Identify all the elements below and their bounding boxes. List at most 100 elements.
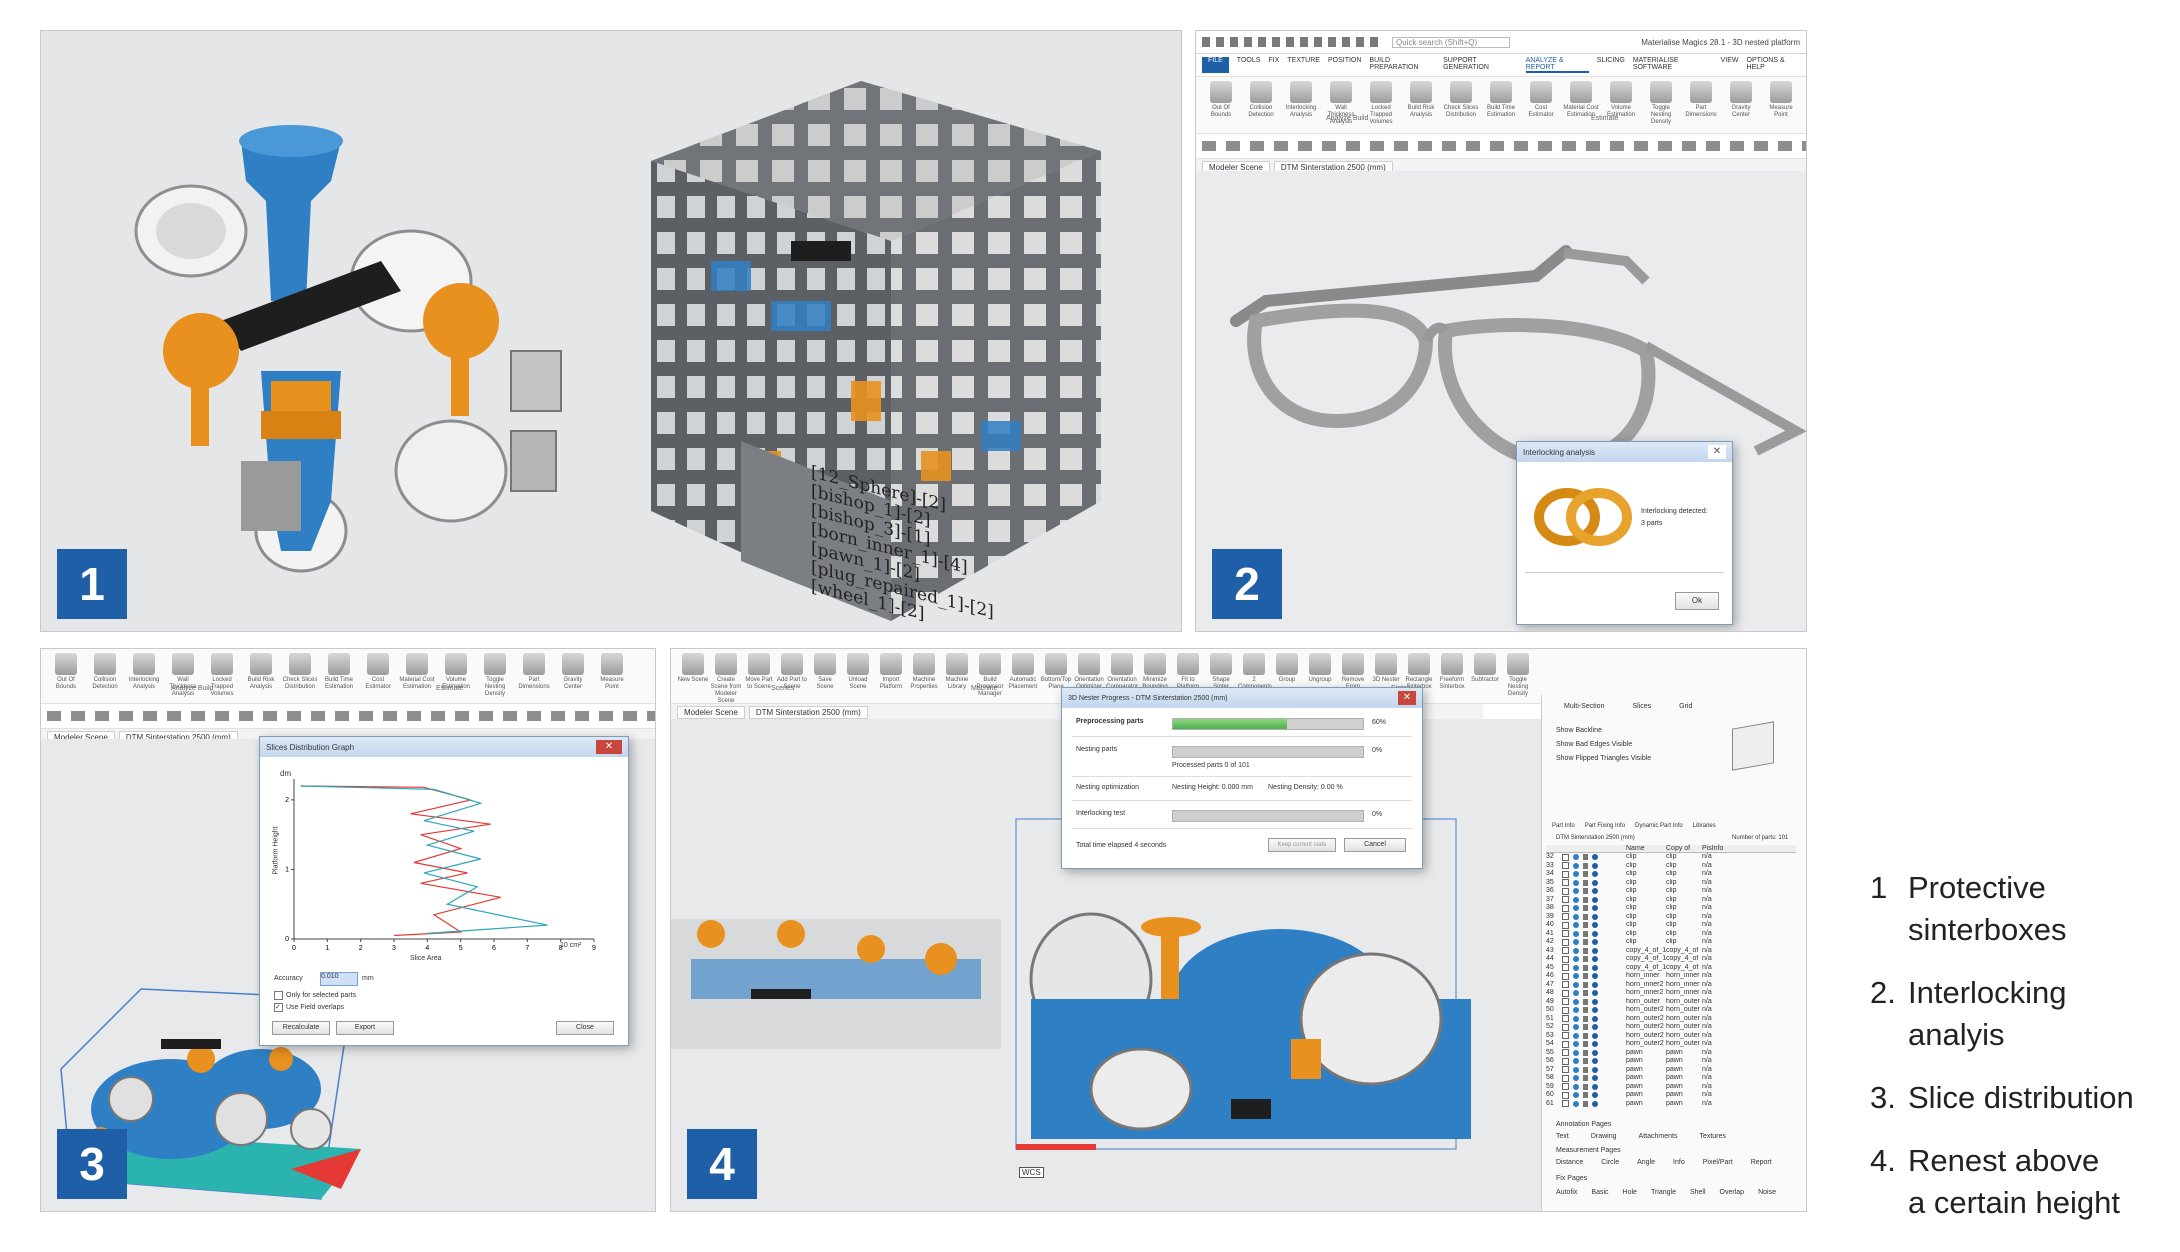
ribbon-button[interactable]: Measure Point [593, 653, 631, 699]
table-row[interactable]: 43 copy_4_of_1 copy_4_of n/a [1546, 947, 1796, 956]
fix-tabs-item[interactable]: Noise [1758, 1189, 1776, 1196]
menu-tab-position[interactable]: POSITION [1328, 57, 1361, 73]
menu-tab-slicing[interactable]: SLICING [1597, 57, 1625, 73]
ribbon-button[interactable]: Gravity Center [1722, 81, 1760, 129]
table-row[interactable]: 44 copy_4_of_1 copy_4_of n/a [1546, 955, 1796, 964]
menu-tab-texture[interactable]: TEXTURE [1287, 57, 1320, 73]
ribbon-button[interactable]: Wall Thickness Analysis [164, 653, 202, 699]
ribbon-button[interactable]: Part Dimensions [515, 653, 553, 699]
checkbox-icon[interactable] [1562, 862, 1569, 870]
side-tabs-item[interactable]: Slices [1632, 703, 1651, 710]
checkbox-icon[interactable] [1562, 913, 1569, 921]
menu-tab-view[interactable]: VIEW [1721, 57, 1739, 73]
side-tabs-item[interactable]: Grid [1679, 703, 1692, 710]
quick-search-input[interactable]: Quick search (Shift+Q) [1392, 36, 1510, 48]
ribbon-button[interactable]: Subtractor [1469, 653, 1501, 699]
table-row[interactable]: 53 horn_outer2 horn_outer n/a [1546, 1032, 1796, 1041]
ribbon-button[interactable]: Create Scene from Modeler Scene [710, 653, 742, 704]
lock-icon[interactable] [1583, 862, 1588, 869]
visibility-icon[interactable] [1573, 1049, 1579, 1056]
checkbox-icon[interactable] [1562, 998, 1569, 1006]
lock-icon[interactable] [1583, 939, 1588, 946]
lock-icon[interactable] [1583, 956, 1588, 963]
table-row[interactable]: 61 pawn pawn n/a [1546, 1100, 1796, 1109]
table-row[interactable]: 41 clip clip n/a [1546, 930, 1796, 939]
checkbox-icon[interactable] [1562, 1040, 1569, 1048]
lock-icon[interactable] [1583, 1049, 1588, 1056]
visibility-icon[interactable] [1573, 1041, 1579, 1048]
table-row[interactable]: 34 clip clip n/a [1546, 870, 1796, 879]
annotation-pages-label[interactable]: Annotation Pages [1556, 1121, 1611, 1128]
lock-icon[interactable] [1583, 1024, 1588, 1031]
checkbox-icon[interactable] [1562, 1015, 1569, 1023]
visibility-icon[interactable] [1573, 947, 1579, 954]
ribbon-button[interactable]: Build Time Estimation [320, 653, 358, 699]
lock-icon[interactable] [1583, 1015, 1588, 1022]
parts-header-item[interactable]: Part Fixing Info [1585, 823, 1625, 829]
checkbox-icon[interactable] [1562, 1100, 1569, 1108]
table-row[interactable]: 36 clip clip n/a [1546, 887, 1796, 896]
checkbox-icon[interactable] [1562, 870, 1569, 878]
checkbox-icon[interactable] [1562, 853, 1569, 861]
checkbox-icon[interactable] [1562, 964, 1569, 972]
ribbon-button[interactable]: Machine Library [941, 653, 973, 699]
menu-tab-materialise-software[interactable]: MATERIALISE SOFTWARE [1633, 57, 1713, 73]
ribbon-button[interactable]: Volume Estimation [437, 653, 475, 699]
column-header[interactable]: Copy of [1666, 845, 1702, 852]
cancel-button[interactable]: Cancel [1344, 838, 1406, 852]
checkbox-icon[interactable] [1562, 930, 1569, 938]
measurement-tabs-item[interactable]: Angle [1637, 1159, 1655, 1166]
visibility-icon[interactable] [1573, 998, 1579, 1005]
ribbon-button[interactable]: New Scene [677, 653, 709, 699]
checkbox-icon[interactable] [1562, 921, 1569, 929]
column-header[interactable]: PisInfo [1702, 845, 1738, 852]
checkbox-icon[interactable] [1562, 1006, 1569, 1014]
checkbox-icon[interactable] [1562, 1074, 1569, 1082]
fix-tabs-item[interactable]: Hole [1623, 1189, 1637, 1196]
column-header[interactable]: Name [1626, 845, 1666, 852]
table-row[interactable]: 51 horn_outer2 horn_outer n/a [1546, 1015, 1796, 1024]
table-row[interactable]: 37 clip clip n/a [1546, 896, 1796, 905]
lock-icon[interactable] [1583, 947, 1588, 954]
table-row[interactable]: 38 clip clip n/a [1546, 904, 1796, 913]
visibility-icon[interactable] [1573, 1092, 1579, 1099]
visibility-icon[interactable] [1573, 964, 1579, 971]
menu-tab-file[interactable]: FILE [1202, 57, 1229, 73]
ribbon-button[interactable]: Part Dimensions [1682, 81, 1720, 129]
fix-tabs-item[interactable]: Shell [1690, 1189, 1706, 1196]
table-row[interactable]: 32 clip clip n/a [1546, 853, 1796, 862]
ribbon-button[interactable]: Add Part to Scene [776, 653, 808, 699]
visibility-icon[interactable] [1573, 913, 1579, 920]
measurement-tabs-item[interactable]: Report [1751, 1159, 1772, 1166]
visibility-icon[interactable] [1573, 922, 1579, 929]
lock-icon[interactable] [1583, 990, 1588, 997]
ribbon-button[interactable]: Import Platform [875, 653, 907, 699]
measurement-tabs-item[interactable]: Info [1673, 1159, 1685, 1166]
use-field-overlaps-checkbox[interactable]: ✓ Use Field overlaps [274, 1003, 344, 1012]
table-row[interactable]: 47 horn_inner2 horn_inner n/a [1546, 981, 1796, 990]
close-icon[interactable]: ✕ [596, 740, 622, 754]
ribbon-button[interactable]: Freeform Sinterbox [1436, 653, 1468, 699]
ribbon-button[interactable]: Check Slices Distribution [1442, 81, 1480, 129]
ribbon-button[interactable]: Move Part to Scene [743, 653, 775, 699]
lock-icon[interactable] [1583, 922, 1588, 929]
ok-button[interactable]: Ok [1675, 592, 1719, 610]
checkbox-icon[interactable] [1562, 955, 1569, 963]
ribbon-button[interactable]: Out Of Bounds [47, 653, 85, 699]
menu-tab-options-help[interactable]: OPTIONS & HELP [1747, 57, 1800, 73]
checkbox-icon[interactable] [1562, 887, 1569, 895]
measurement-pages-label[interactable]: Measurement Pages [1556, 1147, 1621, 1154]
checkbox-icon[interactable] [1562, 1066, 1569, 1074]
table-row[interactable]: 40 clip clip n/a [1546, 921, 1796, 930]
lock-icon[interactable] [1583, 905, 1588, 912]
visibility-icon[interactable] [1573, 1066, 1579, 1073]
close-icon[interactable]: ✕ [1398, 691, 1416, 705]
lock-icon[interactable] [1583, 879, 1588, 886]
visibility-icon[interactable] [1573, 888, 1579, 895]
ribbon-button[interactable]: Cost Estimator [1522, 81, 1560, 129]
lock-icon[interactable] [1583, 998, 1588, 1005]
visibility-icon[interactable] [1573, 1007, 1579, 1014]
ribbon-button[interactable]: Save Scene [809, 653, 841, 699]
parts-header-item[interactable]: Part Info [1552, 823, 1575, 829]
checkbox-icon[interactable] [1562, 1049, 1569, 1057]
